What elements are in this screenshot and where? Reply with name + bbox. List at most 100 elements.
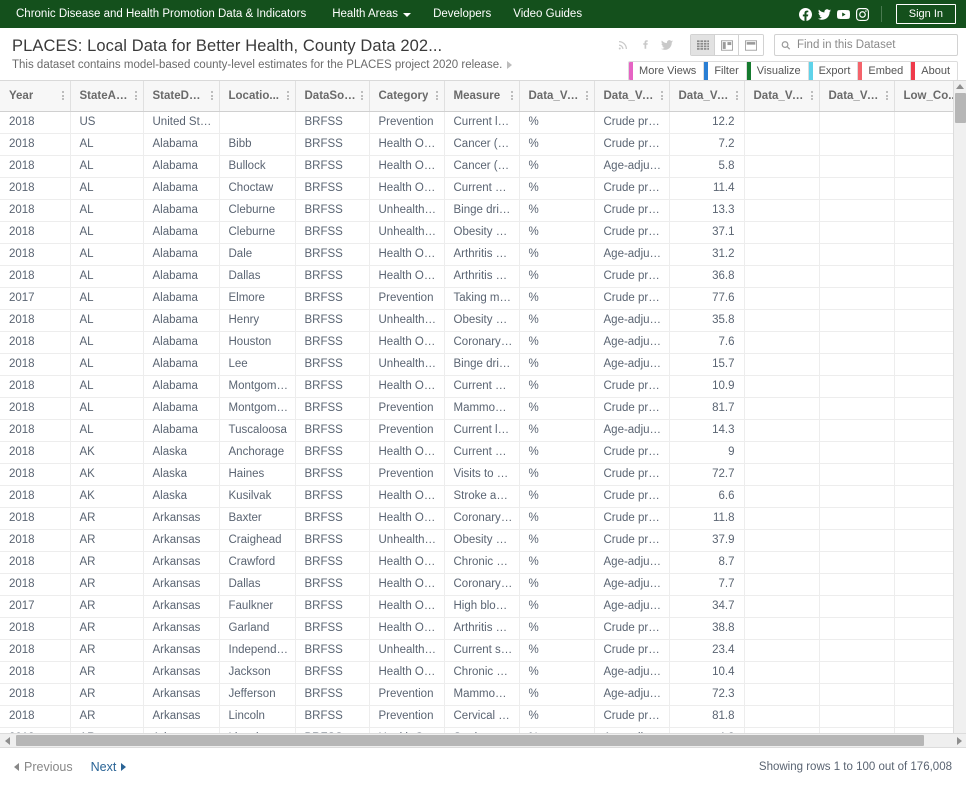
table-cell[interactable]: BRFSS — [295, 397, 370, 420]
table-cell[interactable]: BRFSS — [295, 551, 370, 574]
table-cell[interactable]: Crude preval... — [594, 705, 670, 728]
instagram-icon[interactable] — [855, 7, 869, 21]
table-cell[interactable]: Age-adjusted... — [594, 683, 670, 706]
table-cell[interactable]: 37.1 — [669, 221, 745, 244]
table-cell[interactable]: 10.9 — [669, 375, 745, 398]
table-row[interactable]: 2018 AL Alabama Montgomery BRFSS Prevention Ma… — [0, 397, 966, 420]
table-cell[interactable]: Crude preval... — [594, 375, 670, 398]
table-cell[interactable]: Taking medic... — [444, 287, 520, 310]
table-cell[interactable] — [744, 177, 820, 200]
table-cell[interactable]: Unhealthy Be... — [369, 221, 445, 244]
table-cell[interactable]: Dallas — [219, 573, 296, 596]
table-cell[interactable]: BRFSS — [295, 287, 370, 310]
table-cell[interactable]: % — [519, 617, 595, 640]
table-row[interactable]: 2018ALAlabamaMontgomeryBRFSSHealth Outco… — [0, 375, 966, 398]
table-cell[interactable] — [819, 155, 895, 178]
table-cell[interactable]: AL — [70, 243, 144, 266]
table-cell[interactable]: BRFSS — [295, 705, 370, 728]
table-cell[interactable]: Crude preval... — [594, 463, 670, 486]
table-cell[interactable]: BRFSS — [295, 441, 370, 464]
table-cell[interactable]: Health Outco... — [369, 155, 445, 178]
table-cell[interactable]: 72.3 — [669, 683, 745, 706]
table-cell[interactable]: 7.7 — [669, 573, 745, 596]
table-cell[interactable]: 2017 — [0, 595, 71, 618]
table-cell[interactable] — [744, 353, 820, 376]
table-cell[interactable]: Arkansas — [143, 529, 220, 552]
table-cell[interactable]: BRFSS — [295, 683, 370, 706]
table-cell[interactable]: Alabama — [143, 177, 220, 200]
table-cell[interactable]: 2018 — [0, 155, 71, 178]
table-cell[interactable] — [744, 243, 820, 266]
table-cell[interactable]: % — [519, 529, 595, 552]
table-cell[interactable]: 2018 — [0, 133, 71, 156]
table-cell[interactable]: Prevention — [369, 463, 445, 486]
table-cell[interactable]: Mammograp... — [444, 683, 520, 706]
table-cell[interactable]: BRFSS — [295, 463, 370, 486]
table-cell[interactable]: Alaska — [143, 463, 220, 486]
table-cell[interactable]: Crude preval... — [594, 221, 670, 244]
table-cell[interactable]: AR — [70, 507, 144, 530]
table-row[interactable]: 2018ALAlabamaHoustonBRFSSHealth Outco...… — [0, 331, 966, 354]
column-header-5[interactable]: Category — [369, 81, 445, 112]
table-row[interactable]: 2017 AL Alabama Elmore BRFSS Prevention Taking… — [0, 287, 966, 310]
table-cell[interactable]: AL — [70, 155, 144, 178]
table-row[interactable]: 2018ALAlabamaLeeBRFSSUnhealthy Be...Bing… — [0, 353, 966, 376]
table-cell[interactable]: % — [519, 287, 595, 310]
table-cell[interactable]: AR — [70, 529, 144, 552]
table-cell[interactable]: AL — [70, 177, 144, 200]
embed-button[interactable]: Embed — [858, 62, 912, 80]
table-cell[interactable] — [744, 221, 820, 244]
table-row[interactable]: 2018ALAlabamaBibbBRFSSHealth Outco...Can… — [0, 133, 966, 156]
table-cell[interactable]: Prevention — [369, 287, 445, 310]
table-cell[interactable]: Age-adjusted... — [594, 331, 670, 354]
vertical-scrollbar-thumb[interactable] — [955, 93, 966, 123]
column-header-3[interactable]: Locatio... — [219, 81, 296, 112]
table-cell[interactable] — [744, 375, 820, 398]
table-cell[interactable]: % — [519, 419, 595, 442]
table-cell[interactable]: 37.9 — [669, 529, 745, 552]
table-cell[interactable] — [819, 463, 895, 486]
table-cell[interactable]: 11.8 — [669, 507, 745, 530]
table-row[interactable]: 2018 AL Alabama Tuscaloosa BRFSS Prevention Cu… — [0, 419, 966, 442]
table-cell[interactable]: 2018 — [0, 551, 71, 574]
table-cell[interactable]: AR — [70, 661, 144, 684]
table-cell[interactable]: 2018 — [0, 441, 71, 464]
table-cell[interactable]: Health Outco... — [369, 617, 445, 640]
table-cell[interactable] — [819, 353, 895, 376]
table-cell[interactable]: Anchorage — [219, 441, 296, 464]
table-cell[interactable]: AL — [70, 199, 144, 222]
table-cell[interactable]: % — [519, 397, 595, 420]
column-header-11[interactable]: Data_Va... — [819, 81, 895, 112]
table-cell[interactable] — [819, 397, 895, 420]
table-cell[interactable]: Arkansas — [143, 705, 220, 728]
table-cell[interactable]: Age-adjusted... — [594, 353, 670, 376]
table-cell[interactable]: BRFSS — [295, 331, 370, 354]
horizontal-scrollbar-thumb[interactable] — [16, 735, 924, 746]
table-cell[interactable]: Chronic obst... — [444, 661, 520, 684]
filter-button[interactable]: Filter — [704, 62, 747, 80]
table-cell[interactable]: Crude preval... — [594, 177, 670, 200]
expand-description-icon[interactable] — [507, 61, 513, 69]
table-cell[interactable]: Health Outco... — [369, 507, 445, 530]
table-cell[interactable] — [819, 331, 895, 354]
table-cell[interactable]: % — [519, 661, 595, 684]
table-cell[interactable] — [819, 661, 895, 684]
table-cell[interactable]: 5.8 — [669, 155, 745, 178]
table-cell[interactable]: BRFSS — [295, 507, 370, 530]
table-row[interactable]: 2018ALAlabamaHenryBRFSSUnhealthy Be...Ob… — [0, 309, 966, 332]
export-button[interactable]: Export — [808, 62, 859, 80]
table-cell[interactable]: Cancer (exclu... — [444, 155, 520, 178]
table-cell[interactable]: % — [519, 683, 595, 706]
table-cell[interactable]: % — [519, 331, 595, 354]
table-cell[interactable]: AL — [70, 133, 144, 156]
sign-in-button[interactable]: Sign In — [895, 4, 956, 24]
table-cell[interactable]: 2018 — [0, 683, 71, 706]
table-cell[interactable]: 14.3 — [669, 419, 745, 442]
table-cell[interactable]: 2018 — [0, 243, 71, 266]
table-cell[interactable]: 35.8 — [669, 309, 745, 332]
table-cell[interactable]: Arkansas — [143, 595, 220, 618]
table-cell[interactable]: % — [519, 441, 595, 464]
table-cell[interactable]: Alaska — [143, 441, 220, 464]
table-cell[interactable]: Age-adjusted... — [594, 155, 670, 178]
about-button[interactable]: About — [911, 62, 957, 80]
